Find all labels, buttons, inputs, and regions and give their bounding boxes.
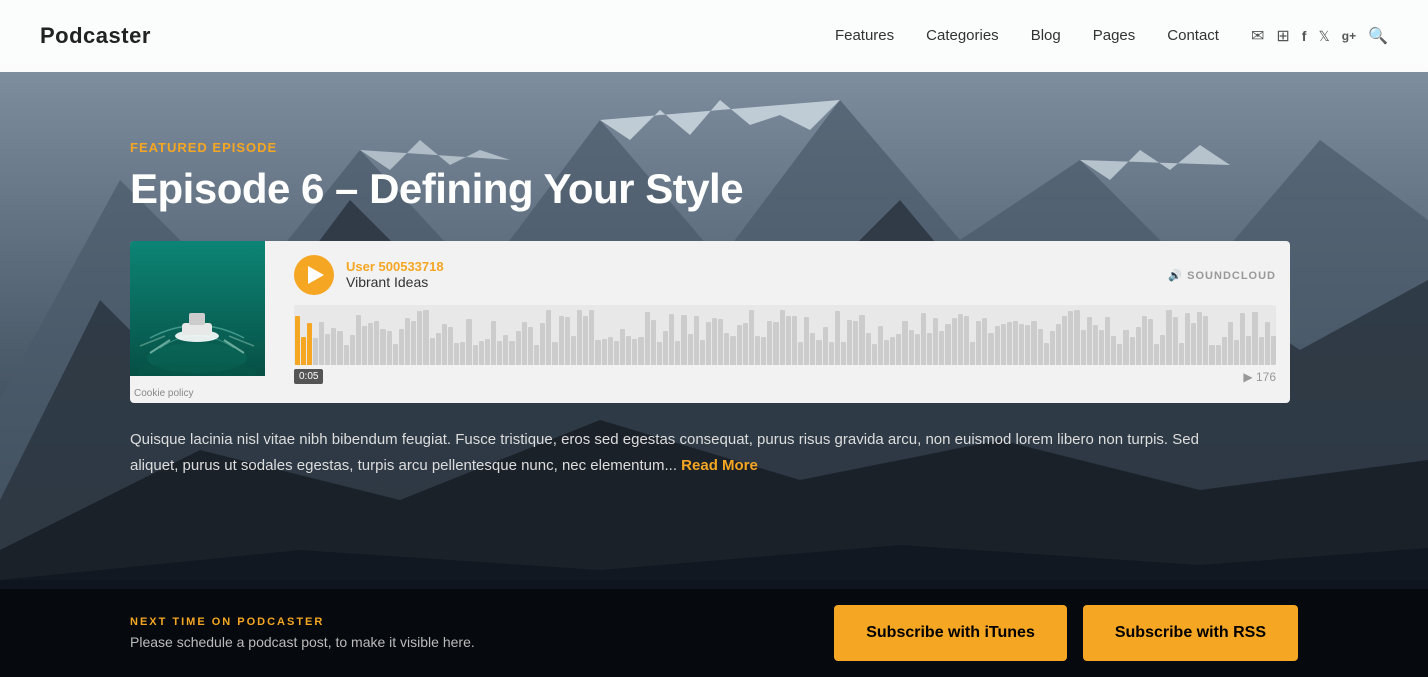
next-time-text: Please schedule a podcast post, to make … [130, 634, 475, 650]
player-footer: 0:05 ▶ 176 [294, 365, 1276, 388]
search-icon[interactable]: 🔍 [1368, 26, 1388, 46]
nav-links: Features Categories Blog Pages Contact [835, 27, 1219, 45]
googleplus-icon[interactable]: g+ [1342, 29, 1356, 43]
user-link[interactable]: User 500533718 [346, 259, 444, 274]
twitter-icon[interactable]: 𝕏 [1318, 28, 1329, 45]
cookie-policy[interactable]: Cookie policy [134, 388, 193, 399]
audio-player: User 500533718 Vibrant Ideas 🔊 SOUNDCLOU… [130, 241, 1290, 403]
episode-description: Quisque lacinia nisl vitae nibh bibendum… [130, 427, 1230, 478]
nav-icons: ✉ ⊞ f 𝕏 g+ 🔍 [1251, 26, 1388, 46]
nav-contact[interactable]: Contact [1167, 27, 1219, 44]
nav-features[interactable]: Features [835, 27, 894, 44]
waveform[interactable] [294, 305, 1276, 365]
email-icon[interactable]: ✉ [1251, 26, 1264, 46]
bottom-bar: NEXT TIME ON PODCASTER Please schedule a… [0, 589, 1428, 677]
nav-pages[interactable]: Pages [1093, 27, 1136, 44]
nav-blog[interactable]: Blog [1031, 27, 1061, 44]
subscribe-buttons: Subscribe with iTunes Subscribe with RSS [834, 605, 1298, 661]
episode-title: Episode 6 – Defining Your Style [130, 165, 1298, 213]
time-display: 0:05 [294, 369, 323, 384]
player-header: User 500533718 Vibrant Ideas 🔊 SOUNDCLOU… [294, 255, 1276, 295]
featured-label: Featured Episode [130, 140, 1298, 155]
next-time-label: NEXT TIME ON PODCASTER [130, 616, 475, 628]
hero-section: Podcaster Features Categories Blog Pages… [0, 0, 1428, 677]
read-more-link[interactable]: Read More [681, 457, 758, 474]
facebook-icon[interactable]: f [1302, 28, 1307, 44]
nav-categories[interactable]: Categories [926, 27, 999, 44]
brand-logo[interactable]: Podcaster [40, 23, 151, 49]
navbar: Podcaster Features Categories Blog Pages… [0, 0, 1428, 72]
player-info: User 500533718 Vibrant Ideas [346, 259, 444, 292]
play-button[interactable] [294, 255, 334, 295]
track-title: Vibrant Ideas [346, 274, 428, 290]
player-left: User 500533718 Vibrant Ideas [294, 255, 444, 295]
next-time-section: NEXT TIME ON PODCASTER Please schedule a… [130, 616, 475, 650]
play-count: ▶ 176 [1243, 370, 1276, 384]
player-main: User 500533718 Vibrant Ideas 🔊 SOUNDCLOU… [280, 241, 1290, 403]
rss-icon[interactable]: ⊞ [1276, 26, 1289, 46]
subscribe-itunes-button[interactable]: Subscribe with iTunes [834, 605, 1067, 661]
subscribe-rss-button[interactable]: Subscribe with RSS [1083, 605, 1298, 661]
soundcloud-logo: 🔊 SOUNDCLOUD [1168, 269, 1276, 282]
player-thumbnail [130, 241, 265, 376]
